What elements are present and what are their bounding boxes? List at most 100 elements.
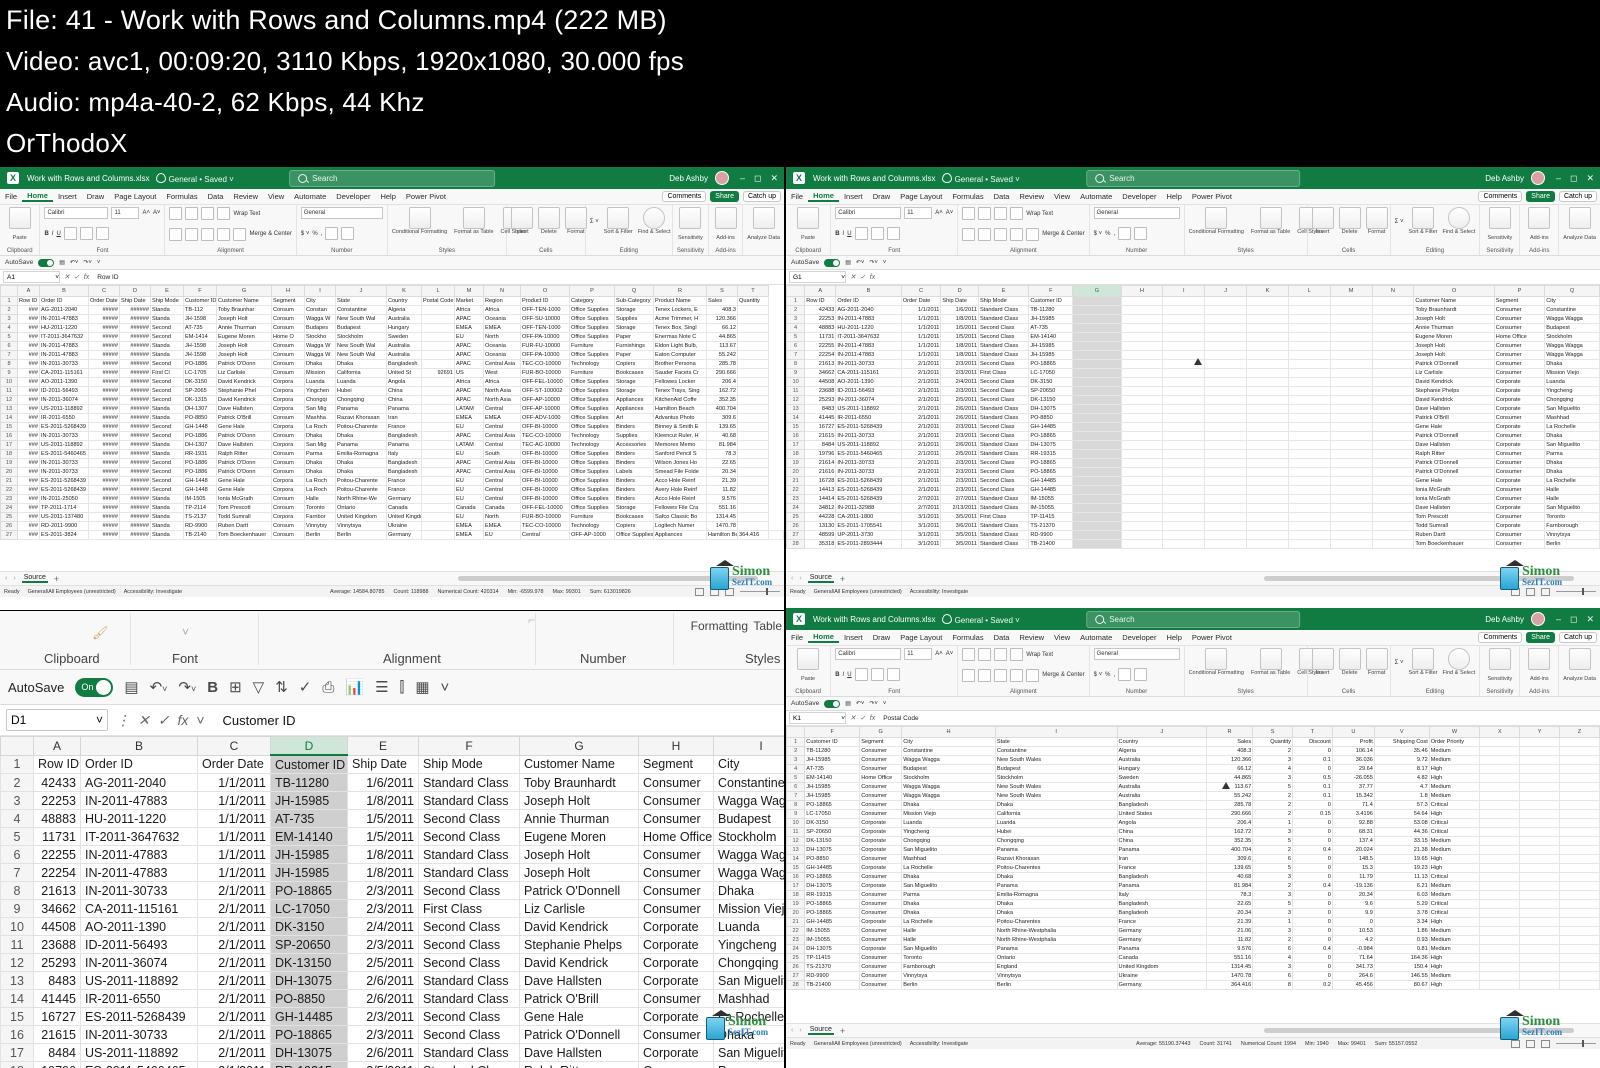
grid-cell[interactable]: 2/4/2011 — [940, 377, 979, 387]
grid-cell[interactable]: Furnishings — [614, 341, 654, 351]
grid-cell[interactable]: 3/5/2011 — [940, 539, 979, 549]
grid-cell[interactable] — [737, 332, 769, 342]
grid-cell[interactable]: Parma — [901, 890, 996, 900]
ribbon-group-font[interactable]: Calibri 11 A˄ A˅ BIU Font — [831, 205, 959, 255]
grid-cell[interactable]: 71.4 — [1331, 800, 1375, 810]
grid-cell[interactable] — [1371, 395, 1415, 405]
grid-cell[interactable]: 19796 — [33, 1061, 81, 1068]
enter-icon[interactable]: ✓ — [860, 273, 866, 281]
grid-cell[interactable]: Wagga Wagga — [713, 863, 784, 882]
select-all-corner[interactable] — [786, 285, 806, 297]
grid-cell[interactable]: Standa — [150, 449, 184, 459]
ribbon-group-analyze[interactable]: Analyze Data — [743, 205, 784, 255]
grid-cell[interactable]: EU — [454, 422, 484, 432]
insert-cells-icon[interactable] — [1311, 648, 1334, 670]
grid-cell[interactable]: Second Class — [418, 953, 520, 972]
grid-cell[interactable]: IM-15055 — [804, 926, 861, 936]
grid-cell[interactable]: DK-3150 — [183, 377, 217, 387]
grid-cell[interactable]: Paper — [614, 350, 654, 360]
grid-cell[interactable] — [1072, 539, 1122, 549]
grid-cell[interactable]: Chongqi — [304, 395, 336, 405]
tab-file[interactable]: File — [0, 192, 22, 201]
row-header[interactable]: 10 — [0, 917, 34, 936]
row-header[interactable]: 12 — [786, 836, 806, 846]
grid-cell[interactable]: 33.15 — [1373, 836, 1430, 846]
row-header[interactable]: 6 — [0, 845, 34, 864]
grid-cell[interactable]: Second Class — [418, 1007, 520, 1026]
name-box-chevron-down-icon[interactable]: ˅ — [841, 715, 845, 722]
formula-bar[interactable]: A1 ˅ ✕ ✓ fx Row ID — [0, 270, 784, 285]
grid-cell[interactable] — [1162, 377, 1206, 387]
grid-cell[interactable]: 120.366 — [1205, 755, 1254, 765]
sort-filter-icon[interactable]: ⇅ — [275, 678, 288, 696]
grid-cell[interactable] — [1204, 296, 1248, 306]
grid-cell[interactable]: Consumer — [859, 971, 903, 981]
grid-cell[interactable]: 2/1/2011 — [900, 404, 942, 414]
grid-cell[interactable]: La Rochelle — [1544, 422, 1600, 432]
grid-cell[interactable]: ### — [17, 476, 40, 486]
grid-cell[interactable]: PO-18865 — [1028, 359, 1074, 369]
pivot-table-icon[interactable]: ▦ — [415, 678, 429, 696]
grid-cell[interactable]: France — [1116, 917, 1207, 927]
grid-cell[interactable]: 1/1/2011 — [900, 350, 942, 360]
grid-cell[interactable]: Standard Class — [418, 791, 520, 810]
grid-cell[interactable]: Consumer — [859, 782, 903, 792]
grid-cell[interactable]: 23688 — [33, 935, 81, 954]
grid-cell[interactable]: Wagga W — [304, 341, 336, 351]
grid-cell[interactable]: Corporate — [1493, 386, 1546, 396]
grid-cell[interactable] — [1371, 386, 1415, 396]
align-middle-icon[interactable] — [978, 207, 992, 220]
grid-cell[interactable]: 8484 — [33, 1043, 81, 1062]
grid-cell[interactable]: Second — [150, 422, 184, 432]
find-select-icon[interactable] — [1447, 648, 1470, 670]
grid-cell[interactable]: Standa — [150, 494, 184, 504]
grid-cell[interactable] — [1287, 458, 1331, 468]
grid-cell[interactable]: Central — [483, 476, 521, 486]
grid-cell[interactable]: San Miguelito — [713, 971, 784, 990]
grid-cell[interactable]: Berlin — [304, 530, 336, 540]
grid-cell[interactable]: 34662 — [33, 899, 81, 918]
grid-cell[interactable]: ##### — [88, 386, 120, 396]
grid-cell[interactable] — [1287, 530, 1331, 540]
tab-developer[interactable]: Developer — [1117, 192, 1161, 201]
grid-cell[interactable] — [1246, 458, 1289, 468]
grid-cell[interactable]: PO-1886 — [183, 467, 217, 477]
page-layout-view-icon[interactable] — [710, 587, 719, 596]
grid-cell[interactable]: Second — [150, 476, 184, 486]
grid-cell[interactable] — [1479, 827, 1521, 837]
grid-cell[interactable]: 2/7/2011 — [900, 503, 942, 513]
grid-cell[interactable] — [1120, 359, 1164, 369]
grid-cell[interactable] — [1072, 431, 1122, 441]
view-controls[interactable] — [1511, 1039, 1596, 1048]
grid-cell[interactable]: 21615 — [33, 1025, 81, 1044]
row-header[interactable]: 22 — [0, 485, 18, 495]
grid-cell[interactable]: Brother Persona — [653, 359, 707, 369]
header-cell[interactable]: Order ID — [80, 754, 198, 774]
grid-cell[interactable]: ###### — [119, 341, 151, 351]
window-controls[interactable]: – ◻ ✕ — [740, 173, 778, 184]
grid-cell[interactable]: AT-735 — [183, 323, 217, 333]
grid-cell[interactable]: ### — [17, 305, 40, 315]
grid-cell[interactable]: Office Supplies — [569, 503, 615, 513]
grid-cell[interactable]: EM-14140 — [804, 773, 861, 783]
grid-cell[interactable]: 25293 — [33, 953, 81, 972]
grid-cell[interactable]: 1.86 — [1373, 926, 1430, 936]
grid-cell[interactable]: TB-112 — [183, 305, 217, 315]
grid-cell[interactable]: LC-17050 — [804, 809, 861, 819]
grid-cell[interactable]: ###### — [119, 359, 151, 369]
grid-cell[interactable]: Office Supplies — [569, 458, 615, 468]
header-cell[interactable]: Category — [569, 296, 615, 306]
tab-insert[interactable]: Insert — [839, 633, 868, 642]
grid-cell[interactable] — [768, 530, 784, 540]
row-header[interactable]: 17 — [0, 1043, 34, 1062]
grid-cell[interactable]: Mission Viejo — [1544, 368, 1600, 378]
row-header[interactable]: 21 — [0, 476, 18, 486]
grid-cell[interactable] — [1072, 467, 1122, 477]
grid-cell[interactable]: Vinnytsya — [1544, 530, 1600, 540]
grid-cell[interactable]: PO-18865 — [804, 800, 861, 810]
status-accessibility[interactable]: Accessibility: Investigate — [124, 589, 182, 595]
grid-cell[interactable]: Office Supplies — [569, 467, 615, 477]
grid-cell[interactable]: San Mig — [304, 440, 336, 450]
select-all-corner[interactable] — [0, 736, 34, 756]
grid-cell[interactable]: FUR-FU-10000 — [520, 341, 570, 351]
